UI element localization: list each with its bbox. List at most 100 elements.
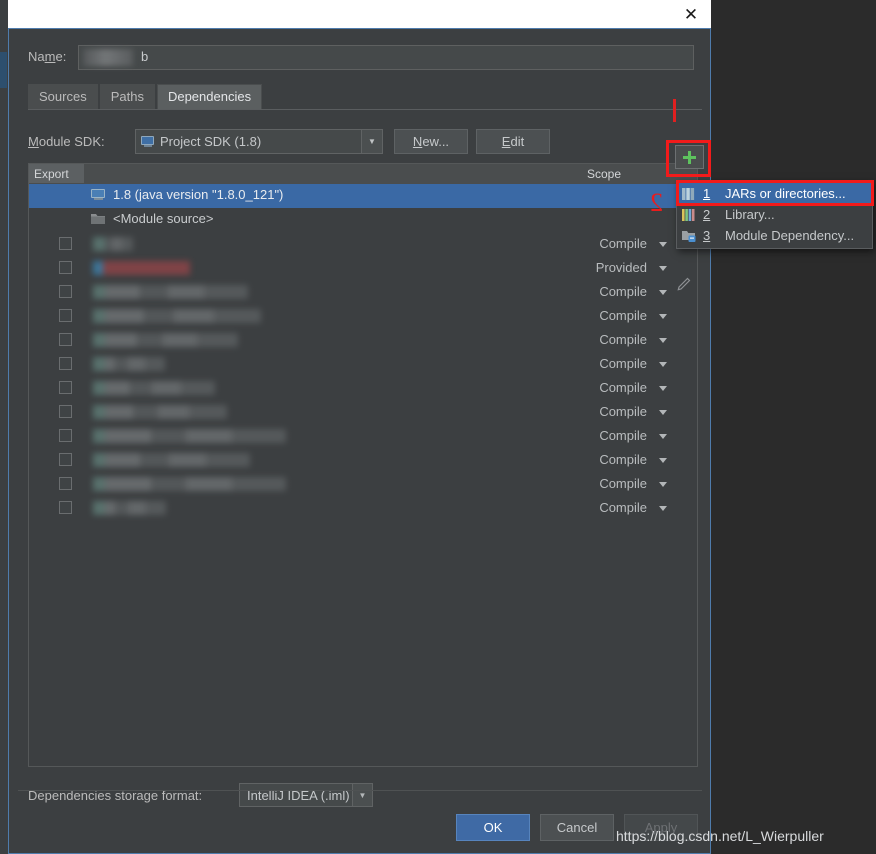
scope-value: Compile: [599, 308, 647, 323]
table-row[interactable]: Compile: [29, 376, 697, 400]
scope-dropdown-arrow[interactable]: [659, 242, 667, 247]
redacted-dependency-name: [93, 381, 215, 395]
module-sdk-value: Project SDK (1.8): [160, 134, 262, 149]
name-label: Name:: [28, 49, 67, 64]
table-row[interactable]: Compile: [29, 352, 697, 376]
export-checkbox[interactable]: [59, 381, 72, 394]
desktop-backdrop: [711, 0, 876, 854]
table-row[interactable]: Compile: [29, 400, 697, 424]
export-checkbox[interactable]: [59, 285, 72, 298]
redacted-dependency-name: [93, 477, 286, 491]
menu-item-label: Module Dependency...: [725, 228, 855, 243]
module-dep-icon: [682, 230, 696, 242]
table-row[interactable]: Compile: [29, 448, 697, 472]
dependency-name: 1.8 (java version "1.8.0_121"): [113, 187, 284, 202]
menu-item-shortcut: 3: [703, 228, 711, 243]
column-header-name: [85, 164, 587, 183]
menu-item-jars[interactable]: 1 JARs or directories...: [677, 183, 872, 204]
tab-bar: Sources Paths Dependencies: [28, 84, 264, 109]
table-row[interactable]: Compile: [29, 496, 697, 520]
tab-dependencies[interactable]: Dependencies: [156, 84, 263, 109]
scope-value: Compile: [599, 380, 647, 395]
column-header-scope[interactable]: Scope: [587, 164, 641, 183]
window-titlebar: ✕: [8, 0, 711, 28]
module-settings-dialog: Name: b Sources Paths Dependencies Modul…: [8, 28, 711, 854]
tab-sources[interactable]: Sources: [28, 84, 98, 109]
redacted-dependency-name: [93, 405, 227, 419]
dialog-content: Name: b Sources Paths Dependencies Modul…: [18, 37, 704, 845]
export-checkbox[interactable]: [59, 453, 72, 466]
scope-dropdown-arrow[interactable]: [659, 362, 667, 367]
module-sdk-select[interactable]: Project SDK (1.8) ▼: [135, 129, 383, 154]
chevron-down-icon-storage[interactable]: ▼: [352, 784, 372, 806]
scope-dropdown-arrow[interactable]: [659, 506, 667, 511]
tab-divider: [28, 109, 702, 110]
ide-left-strip: [0, 0, 8, 854]
scope-value: Compile: [599, 404, 647, 419]
library-icon: [682, 208, 695, 221]
table-row[interactable]: Compile: [29, 280, 697, 304]
menu-item-label: Library...: [725, 207, 775, 222]
sdk-icon: [141, 136, 154, 147]
scope-dropdown-arrow[interactable]: [659, 434, 667, 439]
menu-item-shortcut: 1: [703, 186, 711, 201]
export-checkbox[interactable]: [59, 477, 72, 490]
edit-sdk-button[interactable]: Edit: [476, 129, 550, 154]
export-checkbox[interactable]: [59, 333, 72, 346]
scope-dropdown-arrow[interactable]: [659, 338, 667, 343]
export-checkbox[interactable]: [59, 261, 72, 274]
export-checkbox[interactable]: [59, 405, 72, 418]
table-row[interactable]: Compile: [29, 472, 697, 496]
name-row: Name: b: [28, 45, 698, 71]
annotation-tick: [673, 99, 676, 122]
scope-value: Compile: [599, 500, 647, 515]
table-row[interactable]: Compile: [29, 328, 697, 352]
export-checkbox[interactable]: [59, 237, 72, 250]
scope-dropdown-arrow[interactable]: [659, 314, 667, 319]
redacted-dependency-name: [93, 285, 248, 299]
redacted-dependency-name: [93, 237, 133, 251]
scope-value: Compile: [599, 356, 647, 371]
ide-left-accent: [0, 52, 7, 88]
table-row[interactable]: Compile: [29, 424, 697, 448]
close-icon[interactable]: ✕: [676, 1, 706, 27]
scope-value: Compile: [599, 452, 647, 467]
scope-dropdown-arrow[interactable]: [659, 482, 667, 487]
plus-icon: [683, 150, 696, 164]
scope-value: Compile: [599, 428, 647, 443]
name-value: b: [141, 49, 149, 64]
export-checkbox[interactable]: [59, 357, 72, 370]
export-checkbox[interactable]: [59, 501, 72, 514]
export-checkbox[interactable]: [59, 309, 72, 322]
storage-format-select[interactable]: IntelliJ IDEA (.iml) ▼: [239, 783, 373, 807]
menu-item-shortcut: 2: [703, 207, 711, 222]
scope-dropdown-arrow[interactable]: [659, 290, 667, 295]
table-row[interactable]: 1.8 (java version "1.8.0_121"): [29, 184, 697, 208]
new-sdk-button[interactable]: New...: [394, 129, 468, 154]
add-dependency-button[interactable]: [675, 145, 704, 169]
watermark-text: https://blog.csdn.net/L_Wierpuller: [616, 828, 824, 844]
column-header-export[interactable]: Export: [29, 164, 84, 183]
redacted-dependency-name: [93, 261, 190, 275]
table-row[interactable]: Provided: [29, 256, 697, 280]
table-row[interactable]: <Module source>: [29, 208, 697, 232]
jars-icon: [682, 187, 695, 200]
scope-dropdown-arrow[interactable]: [659, 386, 667, 391]
table-row[interactable]: Compile: [29, 232, 697, 256]
table-rows: 1.8 (java version "1.8.0_121") <Module so…: [29, 184, 697, 766]
cancel-button[interactable]: Cancel: [540, 813, 614, 841]
table-row[interactable]: Compile: [29, 304, 697, 328]
tab-paths[interactable]: Paths: [99, 84, 155, 109]
chevron-down-icon[interactable]: ▼: [361, 130, 382, 153]
scope-dropdown-arrow[interactable]: [659, 458, 667, 463]
module-sdk-row: Module SDK: Project SDK (1.8) ▼ New... E…: [28, 129, 698, 155]
export-checkbox[interactable]: [59, 429, 72, 442]
menu-item-library[interactable]: 2 Library...: [677, 204, 872, 225]
scope-dropdown-arrow[interactable]: [659, 410, 667, 415]
scope-dropdown-arrow[interactable]: [659, 266, 667, 271]
menu-item-module-dep[interactable]: 3 Module Dependency...: [677, 225, 872, 246]
ok-button[interactable]: OK: [456, 813, 530, 841]
name-input[interactable]: b: [78, 45, 694, 70]
add-dependency-menu: 1 JARs or directories... 2 Library... 3 Modul…: [676, 180, 873, 249]
menu-item-label: JARs or directories...: [725, 186, 846, 201]
